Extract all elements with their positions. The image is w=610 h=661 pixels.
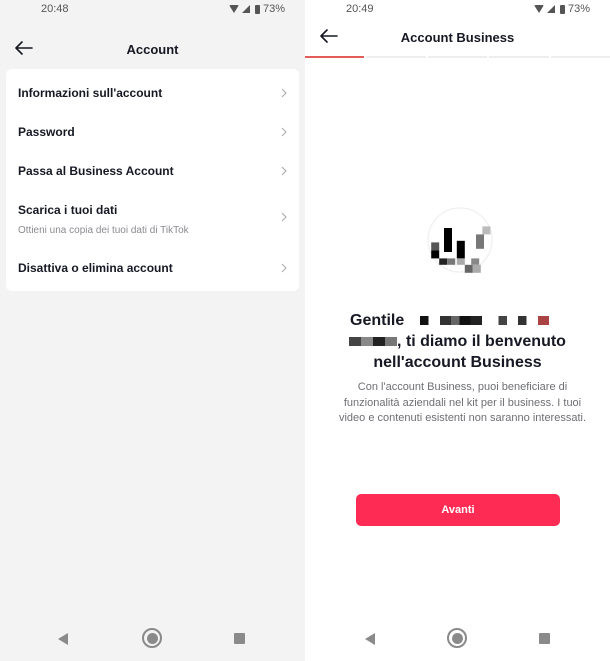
system-nav-bar [305, 621, 610, 661]
business-account-screen: 20:49 73% Account Business Gentile , ti … [305, 0, 610, 661]
page-title: Account [126, 41, 179, 57]
menu-item-label: Scarica i tuoi dati [18, 202, 118, 217]
battery-percent: 73% [567, 3, 590, 15]
chevron-right-icon [281, 166, 287, 175]
battery-icon [559, 4, 565, 14]
menu-item-label: Disattiva o elimina account [18, 260, 173, 275]
back-triangle-icon[interactable] [365, 633, 375, 645]
menu-item-subtitle: Ottieni una copia dei tuoi dati di TikTo… [18, 224, 189, 236]
progress-step-3 [427, 56, 488, 58]
greeting-text: Gentile [350, 312, 405, 329]
menu-item-label: Passa al Business Account [18, 163, 174, 178]
chevron-right-icon [281, 88, 287, 97]
back-button[interactable] [12, 36, 36, 60]
chevron-right-icon [281, 127, 287, 136]
next-button[interactable]: Avanti [356, 494, 560, 526]
app-header: Account Business [305, 22, 610, 52]
wifi-icon [228, 5, 239, 13]
home-circle-icon[interactable] [447, 628, 467, 648]
system-nav-bar [0, 621, 305, 661]
progress-step-5 [550, 56, 610, 58]
battery-percent: 73% [262, 3, 285, 15]
menu-item-label: Informazioni sull'account [18, 85, 163, 100]
wifi-icon [533, 5, 544, 13]
redacted-username [408, 316, 549, 326]
account-settings-screen: 20:48 73% Account Informazioni sull'acco… [0, 0, 305, 661]
welcome-line-3: nell'account Business [373, 354, 542, 371]
menu-item-account-info[interactable]: Informazioni sull'account [6, 73, 299, 112]
welcome-heading: Gentile , ti diamo il benvenuto nell'acc… [305, 310, 610, 373]
signal-icon [546, 5, 555, 13]
menu-item-deactivate-delete[interactable]: Disattiva o elimina account [6, 248, 299, 287]
app-header: Account [0, 34, 305, 64]
status-time: 20:48 [41, 3, 69, 15]
recent-square-icon[interactable] [539, 633, 550, 644]
signal-icon [241, 5, 250, 13]
account-menu: Informazioni sull'account Password Passa… [6, 69, 299, 291]
back-button[interactable] [317, 24, 341, 48]
recent-square-icon[interactable] [234, 633, 245, 644]
redacted-username-cont [349, 337, 398, 347]
battery-icon [254, 4, 260, 14]
step-progress [305, 56, 610, 58]
progress-step-2 [366, 56, 426, 58]
arrow-left-icon [15, 41, 33, 55]
home-circle-icon[interactable] [142, 628, 162, 648]
status-time: 20:49 [346, 3, 374, 15]
tiktok-logo-pixelated-icon [427, 207, 493, 273]
welcome-line-2: , ti diamo il benvenuto [397, 333, 566, 350]
back-triangle-icon[interactable] [58, 633, 68, 645]
chevron-right-icon [281, 212, 287, 222]
menu-item-label: Password [18, 124, 75, 139]
progress-step-4 [489, 56, 549, 58]
status-bar: 20:48 73% [0, 0, 305, 20]
progress-step-1 [305, 56, 365, 58]
arrow-left-icon [320, 29, 338, 43]
menu-item-download-data[interactable]: Scarica i tuoi dati Ottieni una copia de… [6, 190, 299, 248]
status-bar: 20:49 73% [305, 0, 610, 20]
menu-item-password[interactable]: Password [6, 112, 299, 151]
menu-item-switch-business[interactable]: Passa al Business Account [6, 151, 299, 190]
chevron-right-icon [281, 263, 287, 272]
business-description: Con l'account Business, puoi beneficiare… [338, 381, 587, 424]
page-title: Account Business [400, 29, 515, 45]
